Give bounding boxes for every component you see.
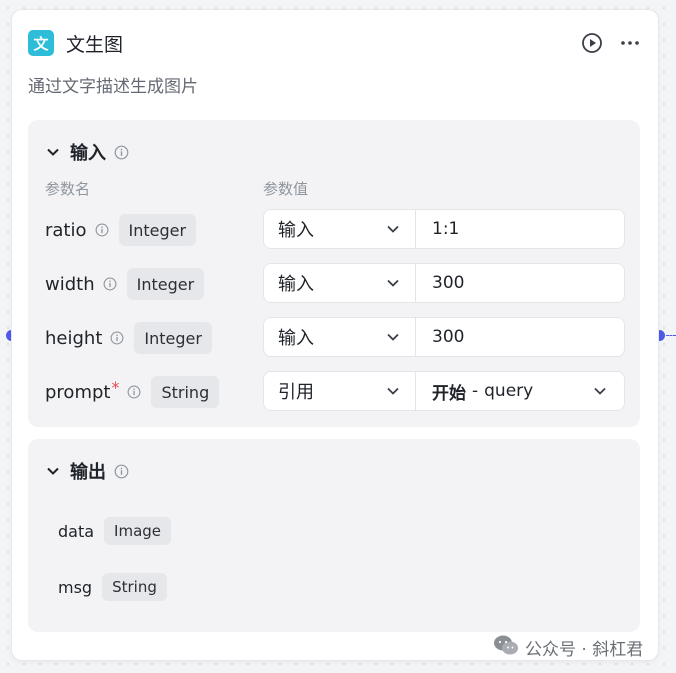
param-name: ratio — [45, 219, 87, 241]
param-row-ratio: ratio Integer 输入 1:1 — [28, 209, 640, 251]
info-icon[interactable] — [95, 223, 109, 237]
source-select[interactable]: 输入 — [264, 264, 416, 302]
param-type-tag: String — [151, 376, 220, 408]
reference-node: 开始 — [432, 383, 466, 404]
node-description: 通过文字描述生成图片 — [28, 77, 198, 97]
param-value-control: 输入 300 — [263, 263, 625, 303]
output-field-type-tag: String — [102, 573, 167, 601]
connection-line — [666, 335, 676, 336]
chevron-down-icon — [592, 383, 608, 399]
info-icon[interactable] — [127, 385, 141, 399]
value-input[interactable]: 1:1 — [416, 210, 624, 248]
info-icon[interactable] — [103, 277, 117, 291]
input-section-title: 输入 — [70, 143, 106, 164]
source-select-value: 输入 — [278, 220, 314, 241]
reference-select[interactable]: 开始 - query — [416, 372, 624, 410]
source-select-value: 引用 — [278, 382, 314, 403]
param-type-tag: Integer — [126, 268, 205, 300]
output-section: 输出 data Image msg String — [28, 439, 640, 632]
info-icon[interactable] — [110, 331, 124, 345]
node-card[interactable]: 文 文生图 通过文字描述生成图片 输入 参数名 参数值 ratio Intege… — [12, 10, 658, 660]
info-icon[interactable] — [114, 145, 129, 160]
value-input[interactable]: 300 — [416, 264, 624, 302]
info-icon[interactable] — [114, 464, 129, 479]
output-field-row: msg String — [58, 573, 167, 601]
param-value-column-header: 参数值 — [263, 180, 309, 198]
param-type-tag: Integer — [134, 322, 212, 354]
input-section-header[interactable]: 输入 — [46, 140, 129, 164]
value-input[interactable]: 300 — [416, 318, 624, 356]
param-row-height: height Integer 输入 300 — [28, 317, 640, 359]
required-marker: * — [111, 378, 120, 397]
reference-field: query — [484, 381, 534, 401]
source-select[interactable]: 输入 — [264, 318, 416, 356]
param-value-control: 输入 1:1 — [263, 209, 625, 249]
output-section-header[interactable]: 输出 — [46, 459, 129, 483]
chevron-down-icon — [385, 383, 401, 399]
reference-separator: - — [472, 381, 479, 401]
watermark: 公众号 · 斜杠君 — [493, 634, 643, 661]
text-icon: 文 — [28, 30, 54, 56]
output-field-name: data — [58, 521, 95, 541]
output-field-type-tag: Image — [104, 517, 172, 545]
watermark-text: 公众号 · 斜杠君 — [525, 640, 644, 660]
param-value-control: 输入 300 — [263, 317, 625, 357]
param-name: width — [45, 273, 95, 295]
output-field-row: data Image — [58, 517, 172, 545]
chevron-down-icon[interactable] — [46, 464, 60, 478]
source-select-value: 输入 — [278, 274, 314, 295]
source-select[interactable]: 输入 — [264, 210, 416, 248]
play-circle-icon[interactable] — [580, 31, 604, 55]
source-select[interactable]: 引用 — [264, 372, 416, 410]
output-section-title: 输出 — [70, 462, 106, 483]
param-name: prompt — [45, 381, 111, 403]
chevron-down-icon[interactable] — [46, 145, 60, 159]
param-name-column-header: 参数名 — [45, 180, 91, 198]
param-row-prompt: prompt * String 引用 开始 - query — [28, 371, 640, 413]
output-field-name: msg — [58, 577, 93, 597]
param-row-width: width Integer 输入 300 — [28, 263, 640, 305]
node-title: 文生图 — [66, 33, 124, 56]
param-type-tag: Integer — [118, 214, 197, 246]
param-name: height — [45, 327, 103, 349]
chevron-down-icon — [385, 221, 401, 237]
node-header: 文 文生图 — [28, 30, 642, 56]
chevron-down-icon — [385, 275, 401, 291]
input-section: 输入 参数名 参数值 ratio Integer 输入 1:1 width In… — [28, 120, 640, 427]
more-horizontal-icon[interactable] — [618, 31, 642, 55]
chevron-down-icon — [385, 329, 401, 345]
wechat-icon — [493, 634, 519, 661]
param-value-control: 引用 开始 - query — [263, 371, 625, 411]
source-select-value: 输入 — [278, 328, 314, 349]
